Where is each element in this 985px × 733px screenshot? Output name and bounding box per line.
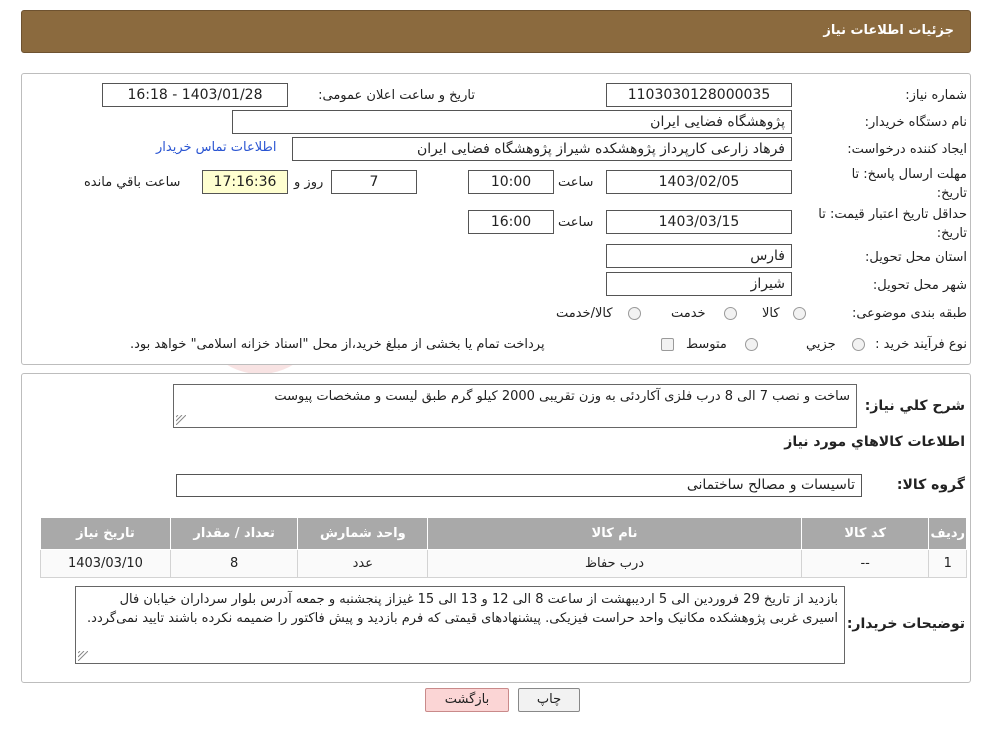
category-goods-radio[interactable] — [793, 307, 806, 320]
col-code: کد کالا — [800, 517, 930, 550]
city-label: شهر محل تحویل: — [872, 278, 967, 293]
buyer-contact-link[interactable]: اطلاعات تماس خریدار — [156, 140, 276, 155]
category-goods-service-label: کالا/خدمت — [556, 306, 613, 321]
category-label: طبقه بندی موضوعی: — [851, 306, 967, 321]
buyer-notes-textbox[interactable]: بازدید از تاریخ 29 فروردین الی 5 اردیبهش… — [75, 586, 845, 664]
validity-time-field[interactable]: 16:00 — [468, 210, 554, 234]
buyer-notes-label: توضیحات خریدار: — [846, 616, 965, 632]
buyer-notes-text: بازدید از تاریخ 29 فروردین الی 5 اردیبهش… — [87, 592, 838, 626]
deadline-date-field[interactable]: 1403/02/05 — [606, 170, 792, 194]
validity-time-label: ساعت — [558, 215, 594, 230]
description-label: شرح کلي نياز: — [864, 398, 965, 414]
announce-label: تاریخ و ساعت اعلان عمومی: — [318, 88, 475, 103]
treasury-checkbox[interactable] — [661, 338, 674, 351]
col-quantity: تعداد / مقدار — [169, 517, 299, 550]
col-row: ردیف — [928, 517, 967, 550]
deadline-time-field[interactable]: 10:00 — [468, 170, 554, 194]
cell-quantity: 8 — [169, 549, 299, 578]
resize-handle-icon[interactable] — [78, 651, 88, 661]
cell-need-date: 1403/03/10 — [40, 549, 171, 578]
category-goods-label: کالا — [762, 306, 780, 321]
deadline-time-label: ساعت — [558, 175, 594, 190]
page-header: جزئیات اطلاعات نیاز — [21, 10, 971, 53]
table-row: 1 -- درب حفاظ عدد 8 1403/03/10 — [40, 549, 967, 578]
province-label: استان محل تحویل: — [865, 250, 967, 265]
print-button[interactable]: چاپ — [518, 688, 580, 712]
description-textbox[interactable]: ساخت و نصب 7 الی 8 درب فلزی آکاردئی به و… — [173, 384, 857, 428]
buyer-org-label: نام دستگاه خریدار: — [864, 115, 967, 130]
announce-datetime-field[interactable]: 1403/01/28 - 16:18 — [102, 83, 288, 107]
remaining-time-field[interactable]: 17:16:36 — [202, 170, 288, 194]
validity-label: حداقل تاریخ اعتبار قیمت: تا — [818, 207, 967, 222]
creator-label: ایجاد کننده درخواست: — [847, 142, 967, 157]
need-number-field[interactable]: 1103030128000035 — [606, 83, 792, 107]
back-button[interactable]: بازگشت — [425, 688, 509, 712]
deadline-label: مهلت ارسال پاسخ: تا — [851, 167, 967, 182]
goods-section-title: اطلاعات کالاهاي مورد نياز — [784, 434, 965, 450]
creator-field[interactable]: فرهاد زارعی کارپرداز پژوهشکده شیراز پژوه… — [292, 137, 792, 161]
cell-row: 1 — [928, 549, 967, 578]
col-name: نام کالا — [427, 517, 802, 550]
province-field[interactable]: فارس — [606, 244, 792, 268]
description-text: ساخت و نصب 7 الی 8 درب فلزی آکاردئی به و… — [274, 389, 850, 404]
category-goods-service-radio[interactable] — [628, 307, 641, 320]
remaining-time-label: ساعت باقي مانده — [84, 175, 181, 190]
category-service-label: خدمت — [671, 306, 706, 321]
goods-group-label: گروه کالا: — [896, 477, 965, 493]
process-minor-label: جزیي — [806, 337, 836, 352]
process-minor-radio[interactable] — [852, 338, 865, 351]
process-medium-radio[interactable] — [745, 338, 758, 351]
validity-date-field[interactable]: 1403/03/15 — [606, 210, 792, 234]
deadline-label-date: تاریخ: — [936, 186, 967, 201]
goods-group-field[interactable]: تاسیسات و مصالح ساختمانی — [176, 474, 862, 497]
city-field[interactable]: شیراز — [606, 272, 792, 296]
process-label: نوع فرآیند خرید : — [875, 337, 967, 352]
resize-handle-icon[interactable] — [176, 415, 186, 425]
days-remaining-field[interactable]: 7 — [331, 170, 417, 194]
goods-table: ردیف کد کالا نام کالا واحد شمارش تعداد /… — [40, 517, 967, 578]
col-need-date: تاریخ نیاز — [40, 517, 171, 550]
payment-note: پرداخت تمام یا بخشی از مبلغ خرید،از محل … — [130, 337, 545, 352]
process-medium-label: متوسط — [686, 337, 727, 352]
cell-unit: عدد — [297, 549, 429, 578]
cell-code: -- — [800, 549, 930, 578]
validity-label-date: تاریخ: — [936, 226, 967, 241]
goods-table-header: ردیف کد کالا نام کالا واحد شمارش تعداد /… — [40, 517, 967, 550]
days-label: روز و — [294, 175, 324, 190]
page-title: جزئیات اطلاعات نیاز — [823, 23, 954, 38]
col-unit: واحد شمارش — [297, 517, 429, 550]
category-service-radio[interactable] — [724, 307, 737, 320]
cell-name: درب حفاظ — [427, 549, 802, 578]
buyer-org-field[interactable]: پژوهشگاه فضایی ایران — [232, 110, 792, 134]
need-number-label: شماره نیاز: — [905, 88, 967, 103]
